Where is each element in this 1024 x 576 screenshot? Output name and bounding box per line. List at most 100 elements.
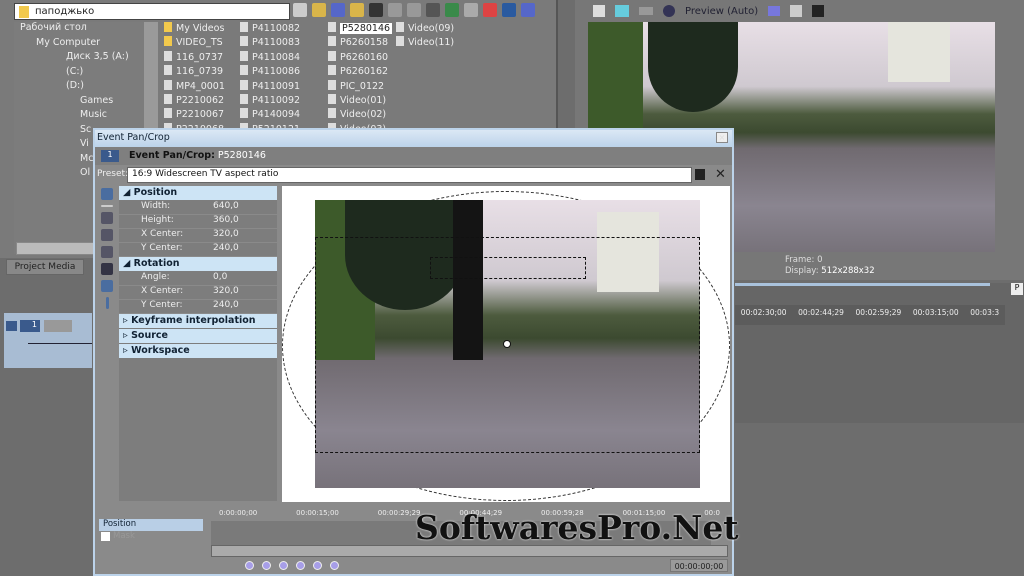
file-item[interactable]: My Videos	[164, 22, 225, 36]
next-keyframe-icon[interactable]	[279, 561, 288, 570]
marker-button[interactable]: P	[1011, 283, 1023, 295]
folder-icon[interactable]	[388, 3, 402, 17]
properties-icon[interactable]	[593, 5, 605, 17]
kf-position-row[interactable]: Position	[99, 519, 203, 531]
stop-icon[interactable]	[426, 3, 440, 17]
track-collapse-icon[interactable]	[6, 321, 17, 331]
tree-item[interactable]: (D:)	[14, 80, 144, 95]
file-item[interactable]: P2210067	[164, 108, 225, 122]
close-icon[interactable]: ×	[716, 132, 728, 143]
file-item[interactable]: MP4_0001	[164, 80, 225, 94]
file-item[interactable]: P4110091	[240, 80, 300, 94]
split-screen-icon[interactable]	[639, 7, 653, 15]
section-source[interactable]: ▹ Source	[119, 329, 277, 343]
section-keyframe-interpolation[interactable]: ▹ Keyframe interpolation	[119, 314, 277, 328]
file-item[interactable]: Video(11)	[396, 36, 454, 50]
delete-keyframe-icon[interactable]	[330, 561, 339, 570]
zoom-tool-icon[interactable]	[101, 229, 113, 241]
path-field[interactable]: паподжько	[14, 3, 290, 20]
pan-crop-workspace[interactable]	[282, 186, 730, 502]
grid-icon[interactable]	[768, 6, 781, 16]
show-properties-icon[interactable]	[101, 188, 113, 200]
tree-item[interactable]: Рабочий стол	[14, 22, 144, 37]
file-item[interactable]: P4110082	[240, 22, 300, 36]
file-item[interactable]: P4110086	[240, 65, 300, 79]
property-row[interactable]: Height: 360,0	[119, 215, 277, 229]
overlays-icon[interactable]	[663, 5, 675, 17]
property-value[interactable]: 640,0	[213, 201, 239, 214]
tree-item[interactable]: Games	[14, 95, 144, 110]
file-item[interactable]: P2210062	[164, 94, 225, 108]
previous-keyframe-icon[interactable]	[262, 561, 271, 570]
property-row[interactable]: Width: 640,0	[119, 201, 277, 215]
section-position[interactable]: ◢ Position	[119, 186, 277, 200]
last-keyframe-icon[interactable]	[296, 561, 305, 570]
property-row[interactable]: Y Center: 240,0	[119, 243, 277, 257]
refresh-icon[interactable]	[331, 3, 345, 17]
property-value[interactable]: 240,0	[213, 300, 239, 313]
dialog-title-bar[interactable]: Event Pan/Crop	[95, 130, 732, 147]
save-preset-icon[interactable]	[695, 169, 705, 180]
copy-snapshot-icon[interactable]	[790, 5, 803, 17]
file-item[interactable]: Video(09)	[396, 22, 454, 36]
property-row[interactable]: Angle: 0,0	[119, 272, 277, 286]
normal-edit-tool-icon[interactable]	[101, 212, 113, 224]
file-item[interactable]: 116_0739	[164, 65, 225, 79]
file-item[interactable]: P4110084	[240, 51, 300, 65]
section-workspace[interactable]: ▹ Workspace	[119, 344, 277, 358]
file-item[interactable]: P4110092	[240, 94, 300, 108]
record-icon[interactable]	[483, 3, 497, 17]
file-item[interactable]: P4110083	[240, 36, 300, 50]
track-header[interactable]: 1	[4, 313, 92, 368]
save-snapshot-icon[interactable]	[812, 5, 825, 17]
first-keyframe-icon[interactable]	[245, 561, 254, 570]
property-value[interactable]: 320,0	[213, 229, 239, 242]
timeline-ruler[interactable]: 00:02:30;00 00:02:44;29 00:02:59;29 00:0…	[735, 305, 1005, 325]
size-about-center-icon[interactable]	[101, 280, 113, 292]
tree-item[interactable]: (C:)	[14, 66, 144, 81]
external-monitor-icon[interactable]	[615, 5, 629, 17]
file-item[interactable]: P6260158	[328, 36, 392, 50]
file-item[interactable]: P6260160	[328, 51, 392, 65]
file-item[interactable]: Video(02)	[328, 108, 392, 122]
tab-project-media[interactable]: Project Media	[6, 259, 84, 275]
property-value[interactable]: 360,0	[213, 215, 239, 228]
tree-item[interactable]: My Computer	[14, 37, 144, 52]
file-item[interactable]: 116_0737	[164, 51, 225, 65]
delete-preset-icon[interactable]: ✕	[715, 167, 726, 182]
mask-checkbox[interactable]	[101, 532, 110, 541]
delete-icon[interactable]	[369, 3, 383, 17]
section-rotation[interactable]: ◢ Rotation	[119, 257, 277, 271]
file-item[interactable]: P5280146	[328, 22, 393, 36]
tree-item[interactable]: Music	[14, 109, 144, 124]
file-item[interactable]: PIC_0122	[328, 80, 392, 94]
views-icon[interactable]	[521, 3, 535, 17]
new-folder-icon[interactable]	[350, 3, 364, 17]
timeline[interactable]: 00:02:30;00 00:02:44;29 00:02:59;29 00:0…	[735, 283, 1024, 423]
auto-preview-icon[interactable]	[445, 3, 459, 17]
add-keyframe-icon[interactable]	[313, 561, 322, 570]
enable-snapping-icon[interactable]	[101, 246, 113, 258]
property-value[interactable]: 0,0	[213, 272, 227, 285]
property-row[interactable]: Y Center: 240,0	[119, 300, 277, 314]
lock-aspect-icon[interactable]	[101, 263, 113, 275]
timeline-scroll[interactable]	[735, 283, 990, 286]
property-row[interactable]: X Center: 320,0	[119, 286, 277, 300]
preset-dropdown[interactable]: 16:9 Widescreen TV aspect ratio	[127, 167, 692, 183]
tree-item[interactable]: Диск 3,5 (A:)	[14, 51, 144, 66]
dropdown-icon[interactable]	[293, 3, 307, 17]
disc-icon[interactable]	[464, 3, 478, 17]
search-icon[interactable]	[502, 3, 516, 17]
move-vertical-icon[interactable]	[105, 297, 109, 309]
kf-mask-row[interactable]: Mask	[99, 531, 203, 543]
file-item[interactable]: P4140094	[240, 108, 300, 122]
file-item[interactable]: Video(01)	[328, 94, 392, 108]
file-item[interactable]: VIDEO_TS	[164, 36, 225, 50]
play-icon[interactable]	[407, 3, 421, 17]
up-folder-icon[interactable]	[312, 3, 326, 17]
center-handle[interactable]	[503, 340, 511, 348]
property-value[interactable]: 240,0	[213, 243, 239, 256]
track-level[interactable]	[44, 320, 72, 332]
preview-quality-dropdown[interactable]: Preview (Auto)	[685, 6, 758, 17]
property-row[interactable]: X Center: 320,0	[119, 229, 277, 243]
